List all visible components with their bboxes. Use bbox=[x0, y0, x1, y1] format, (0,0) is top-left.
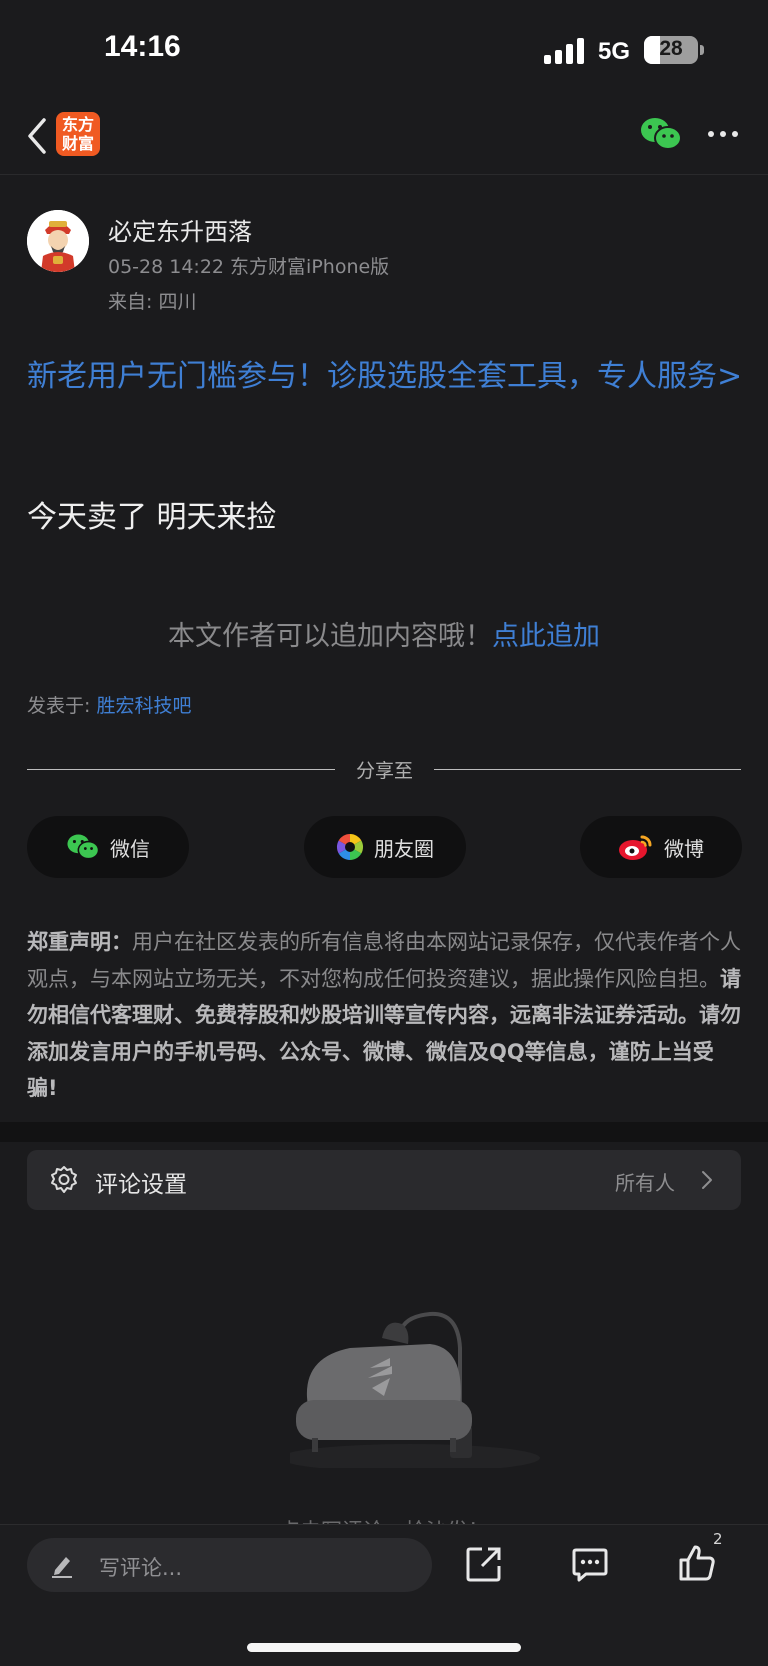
share-moments-label: 朋友圈 bbox=[374, 836, 434, 861]
empty-sofa-illustration bbox=[290, 1311, 540, 1468]
share-divider-right bbox=[434, 769, 741, 770]
share-weibo-label: 微博 bbox=[664, 836, 704, 861]
comment-settings-row[interactable]: 评论设置 所有人 bbox=[27, 1150, 741, 1210]
posted-in-label: 发表于: bbox=[27, 695, 97, 717]
battery-tip bbox=[700, 45, 704, 55]
share-wechat-label: 微信 bbox=[110, 836, 150, 861]
battery-icon: 28 bbox=[644, 36, 698, 64]
section-separator bbox=[0, 1122, 768, 1142]
posted-in: 发表于: 胜宏科技吧 bbox=[27, 691, 191, 718]
like-count: 2 bbox=[713, 1530, 723, 1548]
post-meta: 05-28 14:22 东方财富iPhone版 bbox=[108, 256, 390, 278]
share-icon[interactable] bbox=[466, 1546, 502, 1582]
thumbs-up-icon[interactable] bbox=[678, 1544, 716, 1582]
promo-link[interactable]: 新老用户无门槛参与！诊股选股全套工具，专人服务> bbox=[27, 352, 745, 401]
comment-settings-label: 评论设置 bbox=[95, 1172, 187, 1198]
write-comment-input[interactable]: 写评论... bbox=[27, 1538, 432, 1592]
gear-icon bbox=[51, 1166, 77, 1193]
author-avatar[interactable] bbox=[27, 210, 89, 272]
battery-percent: 28 bbox=[659, 37, 683, 60]
share-divider-left bbox=[27, 769, 335, 770]
append-text: 本文作者可以追加内容哦！ bbox=[168, 621, 492, 652]
more-options-icon[interactable] bbox=[708, 131, 738, 139]
cellular-signal-icon bbox=[544, 38, 586, 64]
comment-placeholder: 写评论... bbox=[99, 1556, 183, 1580]
wechat-share-icon[interactable] bbox=[640, 116, 682, 152]
comment-icon[interactable] bbox=[572, 1548, 608, 1582]
share-moments-button[interactable]: 朋友圈 bbox=[304, 816, 466, 878]
disclaimer-text: 用户在社区发表的所有信息将由本网站记录保存，仅代表作者个人观点，与本网站立场无关… bbox=[27, 930, 741, 991]
share-wechat-button[interactable]: 微信 bbox=[27, 816, 189, 878]
home-indicator[interactable] bbox=[247, 1643, 521, 1652]
append-link[interactable]: 点此追加 bbox=[492, 621, 600, 652]
back-arrow-icon[interactable] bbox=[24, 116, 50, 156]
network-type: 5G bbox=[598, 38, 631, 65]
stock-bar-link[interactable]: 胜宏科技吧 bbox=[96, 695, 191, 717]
weibo-icon bbox=[619, 835, 652, 860]
logo-line1: 东方 bbox=[61, 115, 94, 134]
wechat-icon bbox=[67, 834, 100, 860]
comment-settings-value: 所有人 bbox=[615, 1171, 675, 1195]
disclaimer-title: 郑重声明： bbox=[27, 930, 132, 954]
status-time: 14:16 bbox=[104, 30, 181, 63]
chevron-right-icon bbox=[702, 1171, 712, 1189]
share-label: 分享至 bbox=[355, 760, 413, 782]
disclaimer: 郑重声明：用户在社区发表的所有信息将由本网站记录保存，仅代表作者个人观点，与本网… bbox=[27, 924, 743, 1107]
eastmoney-logo[interactable]: 东方 财富 bbox=[56, 112, 100, 156]
post-body: 今天卖了 明天来捡 bbox=[27, 500, 277, 535]
nav-divider bbox=[0, 174, 768, 175]
logo-line2: 财富 bbox=[61, 134, 94, 153]
author-name[interactable]: 必定东升西落 bbox=[108, 212, 252, 247]
moments-icon bbox=[336, 833, 364, 861]
pen-icon bbox=[52, 1557, 72, 1578]
share-weibo-button[interactable]: 微博 bbox=[580, 816, 742, 878]
post-location: 来自: 四川 bbox=[108, 291, 197, 313]
append-hint: 本文作者可以追加内容哦！点此追加 bbox=[0, 614, 768, 653]
